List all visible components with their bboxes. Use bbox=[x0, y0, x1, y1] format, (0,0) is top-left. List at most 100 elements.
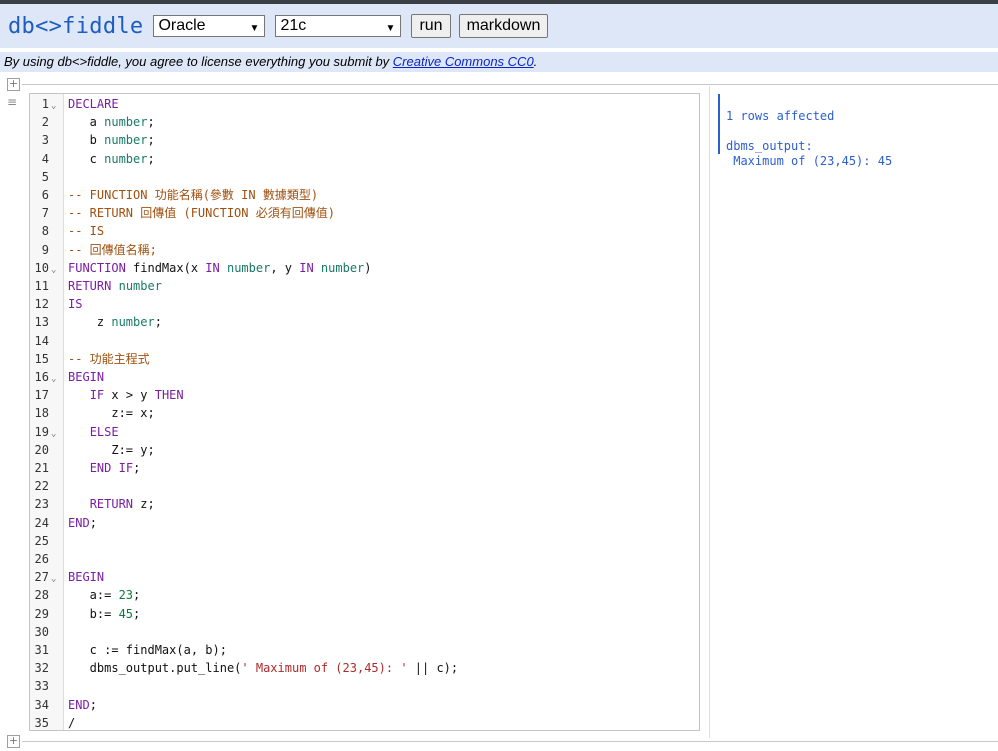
code-line[interactable]: 16 ⌄ BEGIN bbox=[30, 368, 699, 386]
code-token: number bbox=[104, 151, 148, 166]
code-line[interactable]: 25 bbox=[30, 532, 699, 550]
markdown-button[interactable]: markdown bbox=[458, 14, 549, 38]
line-number: 34 bbox=[34, 697, 49, 712]
code-line[interactable]: 35 / bbox=[30, 714, 699, 730]
code-token: ) bbox=[364, 260, 372, 275]
code-token: -- 功能主程式 bbox=[68, 351, 150, 366]
code-line[interactable]: 9 -- 回傳值名稱; bbox=[30, 241, 699, 259]
code-token: number bbox=[111, 315, 155, 330]
line-number: 2 bbox=[41, 115, 49, 130]
code-line[interactable]: 32 dbms_output.put_line(' Maximum of (23… bbox=[30, 659, 699, 677]
code-text: -- RETURN 回傳值 (FUNCTION 必須有回傳值) bbox=[68, 204, 335, 222]
code-line[interactable]: 15 -- 功能主程式 bbox=[30, 350, 699, 368]
code-line[interactable]: 21 END IF; bbox=[30, 459, 699, 477]
line-number: 23 bbox=[34, 497, 49, 512]
code-editor[interactable]: 1 ⌄ DECLARE 2 a number; 3 b number; 4 c numbe… bbox=[29, 93, 700, 731]
code-line[interactable]: 31 c := findMax(a, b); bbox=[30, 641, 699, 659]
code-line[interactable]: 19 ⌄ ELSE bbox=[30, 423, 699, 441]
db-engine-value: Oracle bbox=[158, 17, 206, 34]
code-token: IF bbox=[89, 388, 105, 403]
code-line[interactable]: 6 -- FUNCTION 功能名稱(參數 IN 數據類型) bbox=[30, 186, 699, 204]
code-text: c := findMax(a, b); bbox=[68, 641, 227, 659]
code-line[interactable]: 11 RETURN number bbox=[30, 277, 699, 295]
code-line[interactable]: 29 b:= 45; bbox=[30, 605, 699, 623]
line-number: 5 bbox=[41, 169, 49, 184]
code-line[interactable]: 8 -- IS bbox=[30, 222, 699, 240]
code-token: END bbox=[89, 461, 112, 475]
code-token: 23 bbox=[118, 588, 134, 603]
code-text: a number; bbox=[68, 113, 155, 131]
license-link[interactable]: Creative Commons CC0 bbox=[393, 54, 534, 69]
line-number: 35 bbox=[34, 715, 49, 730]
code-text: ELSE bbox=[68, 423, 119, 441]
code-line[interactable]: 28 a:= 23; bbox=[30, 586, 699, 604]
license-suffix: . bbox=[533, 54, 538, 69]
line-number: 16 bbox=[34, 370, 49, 384]
code-text: / bbox=[68, 714, 75, 730]
dbms-output-value: Maximum of (23,45): 45 bbox=[726, 154, 893, 168]
code-token: DECLARE bbox=[68, 97, 119, 111]
code-line[interactable]: 24 END; bbox=[30, 514, 699, 532]
code-line[interactable]: 20 Z:= y; bbox=[30, 441, 699, 459]
code-line[interactable]: 18 z:= x; bbox=[30, 404, 699, 422]
code-line[interactable]: 33 bbox=[30, 677, 699, 695]
divider-line bbox=[22, 741, 998, 742]
code-line[interactable]: 27 ⌄ BEGIN bbox=[30, 568, 699, 586]
code-token: dbms_output.put_line( bbox=[68, 661, 242, 676]
run-button[interactable]: run bbox=[411, 14, 451, 38]
code-line[interactable]: 22 bbox=[30, 477, 699, 495]
code-line[interactable]: 5 bbox=[30, 168, 699, 186]
code-line[interactable]: 1 ⌄ DECLARE bbox=[30, 95, 699, 113]
db-engine-select[interactable]: Oracle ▼ bbox=[153, 15, 266, 37]
rows-affected-text: 1 rows affected bbox=[726, 109, 835, 123]
line-number: 31 bbox=[34, 643, 49, 657]
db-version-value: 21c bbox=[280, 17, 307, 34]
line-number: 3 bbox=[41, 133, 49, 148]
code-token: c := findMax(a, b); bbox=[68, 643, 227, 657]
code-token: -- 回傳值名稱; bbox=[68, 242, 157, 257]
code-line[interactable]: 2 a number; bbox=[30, 113, 699, 131]
code-token: c bbox=[68, 151, 105, 166]
code-line[interactable]: 26 bbox=[30, 550, 699, 568]
code-line[interactable]: 12 IS bbox=[30, 295, 699, 313]
code-line[interactable]: 4 c number; bbox=[30, 150, 699, 168]
code-text: z number; bbox=[68, 313, 162, 331]
code-line[interactable]: 13 z number; bbox=[30, 313, 699, 331]
code-token: RETURN bbox=[89, 497, 134, 512]
code-line[interactable]: 7 -- RETURN 回傳值 (FUNCTION 必須有回傳值) bbox=[30, 204, 699, 222]
menu-icon[interactable]: ≡ bbox=[7, 96, 19, 108]
logo[interactable]: db<>fiddle bbox=[8, 14, 143, 39]
line-number: 26 bbox=[34, 552, 49, 566]
code-text: BEGIN bbox=[68, 568, 104, 586]
code-line[interactable]: 34 END; bbox=[30, 696, 699, 714]
code-token: number bbox=[104, 133, 148, 148]
add-fiddle-above-icon[interactable]: + bbox=[7, 78, 20, 91]
code-line[interactable]: 17 IF x > y THEN bbox=[30, 386, 699, 404]
pane-divider[interactable] bbox=[709, 86, 710, 738]
code-token: IN bbox=[299, 260, 314, 275]
line-number: 11 bbox=[34, 279, 49, 293]
code-text: -- 回傳值名稱; bbox=[68, 241, 157, 259]
code-text: DECLARE bbox=[68, 95, 119, 113]
line-number: 6 bbox=[41, 188, 49, 202]
code-token: z bbox=[68, 315, 112, 330]
code-token: , y bbox=[270, 260, 300, 275]
code-token: ; bbox=[147, 151, 155, 166]
code-token: -- IS bbox=[68, 224, 105, 239]
code-token: a bbox=[68, 115, 105, 130]
code-token: a:= bbox=[68, 588, 119, 603]
code-line[interactable]: 30 bbox=[30, 623, 699, 641]
code-text: b number; bbox=[68, 131, 155, 149]
db-version-select[interactable]: 21c ▼ bbox=[275, 15, 402, 37]
code-line[interactable]: 23 RETURN z; bbox=[30, 495, 699, 513]
code-line[interactable]: 3 b number; bbox=[30, 131, 699, 149]
code-line[interactable]: 10 ⌄ FUNCTION findMax(x IN number, y IN nu… bbox=[30, 259, 699, 277]
add-fiddle-below-icon[interactable]: + bbox=[7, 735, 20, 748]
code-line[interactable]: 14 bbox=[30, 332, 699, 350]
line-number: 32 bbox=[34, 661, 49, 676]
